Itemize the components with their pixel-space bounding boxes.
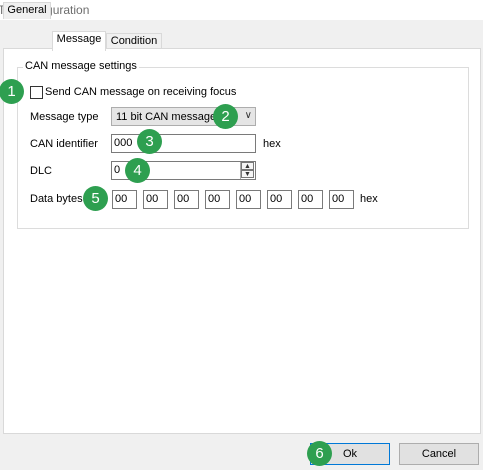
dlc-spinner[interactable]: ▲ ▼ xyxy=(240,162,254,179)
callout-badge: 4 xyxy=(125,158,150,183)
message-type-label: Message type xyxy=(30,111,99,123)
window-title-bar: Tab configuration xyxy=(0,0,483,20)
can-identifier-unit: hex xyxy=(263,138,281,150)
group-title: CAN message settings xyxy=(23,60,139,72)
message-type-value: 11 bit CAN message xyxy=(116,111,217,123)
data-byte-input[interactable]: 00 xyxy=(174,190,199,209)
spin-up-icon[interactable]: ▲ xyxy=(241,162,254,170)
cancel-button[interactable]: Cancel xyxy=(399,443,479,465)
data-byte-input[interactable]: 00 xyxy=(267,190,292,209)
callout-badge: 2 xyxy=(213,104,238,129)
data-bytes-unit: hex xyxy=(360,193,378,205)
chevron-down-icon: ∨ xyxy=(244,110,252,121)
data-byte-input[interactable]: 00 xyxy=(236,190,261,209)
callout-badge: 6 xyxy=(307,441,332,466)
callout-badge: 3 xyxy=(137,129,162,154)
data-byte-input[interactable]: 00 xyxy=(329,190,354,209)
tab-message[interactable]: Message xyxy=(52,31,106,51)
dlc-label: DLC xyxy=(30,165,53,177)
data-bytes-label: Data bytes xyxy=(30,193,83,205)
tab-general[interactable]: General xyxy=(3,2,51,19)
spin-down-icon[interactable]: ▼ xyxy=(241,170,254,178)
can-identifier-input[interactable]: 000 xyxy=(111,134,256,153)
data-byte-input[interactable]: 00 xyxy=(143,190,168,209)
data-byte-input[interactable]: 00 xyxy=(205,190,230,209)
callout-badge: 5 xyxy=(83,186,108,211)
focus-checkbox-label: Send CAN message on receiving focus xyxy=(45,86,237,98)
data-byte-input[interactable]: 00 xyxy=(298,190,323,209)
focus-checkbox[interactable] xyxy=(30,86,43,99)
data-byte-input[interactable]: 00 xyxy=(112,190,137,209)
callout-badge: 1 xyxy=(0,79,24,104)
can-identifier-label: CAN identifier xyxy=(30,138,98,150)
